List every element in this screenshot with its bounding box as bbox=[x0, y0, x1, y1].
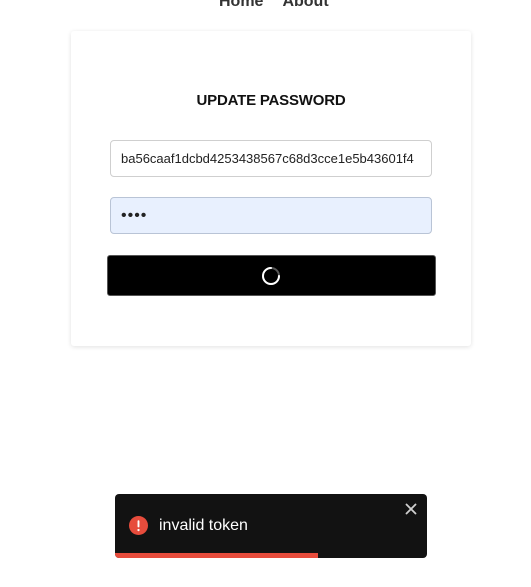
top-nav: Home About bbox=[219, 0, 329, 11]
nav-link-about[interactable]: About bbox=[282, 0, 328, 11]
error-toast: invalid token bbox=[115, 494, 427, 558]
update-password-page: Home About UPDATE PASSWORD invalid token bbox=[0, 0, 531, 587]
error-circle-icon bbox=[129, 516, 148, 535]
toast-message: invalid token bbox=[159, 517, 248, 534]
card-title: UPDATE PASSWORD bbox=[196, 92, 346, 109]
toast-progress-bar bbox=[115, 553, 318, 558]
loading-spinner-icon bbox=[262, 267, 280, 285]
toast-progress-track bbox=[115, 553, 427, 558]
token-input[interactable] bbox=[110, 140, 432, 177]
new-password-input[interactable] bbox=[110, 197, 432, 234]
close-icon[interactable] bbox=[405, 503, 417, 515]
update-password-button[interactable] bbox=[107, 255, 436, 296]
update-password-card: UPDATE PASSWORD bbox=[71, 31, 471, 346]
nav-link-home[interactable]: Home bbox=[219, 0, 263, 11]
